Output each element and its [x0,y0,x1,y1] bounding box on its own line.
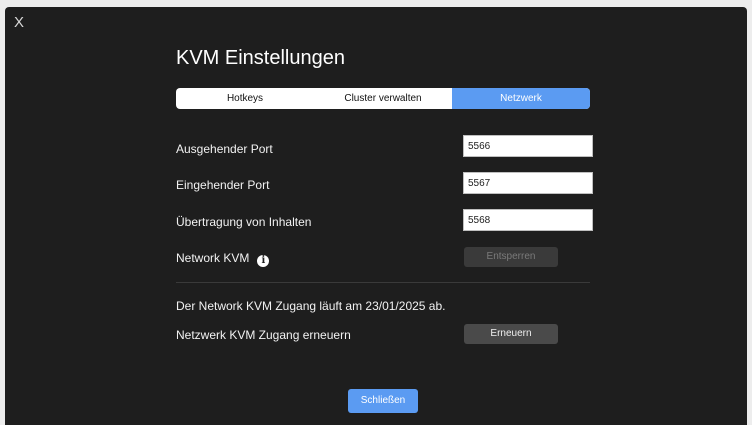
network-kvm-label: Network KVM [176,251,250,265]
content-transfer-label: Übertragung von Inhalten [176,215,312,229]
renew-access-label: Netzwerk KVM Zugang erneuern [176,328,351,342]
dialog-title: KVM Einstellungen [176,47,345,69]
unlock-button[interactable]: Entsperren [464,247,558,267]
outgoing-port-input[interactable] [463,135,593,157]
close-button[interactable]: Schließen [348,389,418,413]
renew-button[interactable]: Erneuern [464,324,558,344]
tab-cluster-verwalten[interactable]: Cluster verwalten [314,88,452,109]
kvm-settings-window: X KVM Einstellungen Hotkeys Cluster verw… [5,7,747,425]
network-kvm-row: Network KVM i [176,251,270,267]
divider [176,282,590,283]
tab-bar: Hotkeys Cluster verwalten Netzwerk [176,88,590,109]
tab-hotkeys[interactable]: Hotkeys [176,88,314,109]
incoming-port-input[interactable] [463,172,593,194]
info-icon[interactable]: i [257,255,270,267]
content-transfer-port-input[interactable] [463,209,593,231]
license-expiry-text: Der Network KVM Zugang läuft am 23/01/20… [176,299,446,313]
close-icon[interactable]: X [14,15,24,31]
outgoing-port-label: Ausgehender Port [176,142,273,156]
incoming-port-label: Eingehender Port [176,178,270,192]
tab-netzwerk[interactable]: Netzwerk [452,88,590,109]
